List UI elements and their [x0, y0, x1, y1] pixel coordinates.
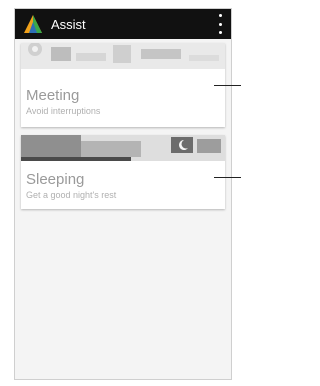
callout-line [214, 177, 241, 178]
card-subtitle: Get a good night's rest [26, 190, 117, 200]
assist-logo-icon [24, 15, 42, 33]
overflow-menu-icon[interactable] [215, 14, 225, 34]
sleeping-banner-image [21, 135, 225, 161]
card-subtitle: Avoid interruptions [26, 106, 101, 116]
phone-screen: Assist Meeting Avoid interruptions Sleep… [14, 8, 232, 380]
card-title: Sleeping [26, 171, 85, 188]
callout-line [214, 85, 241, 86]
card-title: Meeting [26, 87, 80, 104]
meeting-banner-image [21, 43, 225, 69]
meeting-card[interactable]: Meeting Avoid interruptions [21, 43, 225, 127]
app-bar: Assist [15, 9, 231, 39]
app-title: Assist [51, 16, 86, 32]
sleeping-card[interactable]: Sleeping Get a good night's rest [21, 135, 225, 209]
